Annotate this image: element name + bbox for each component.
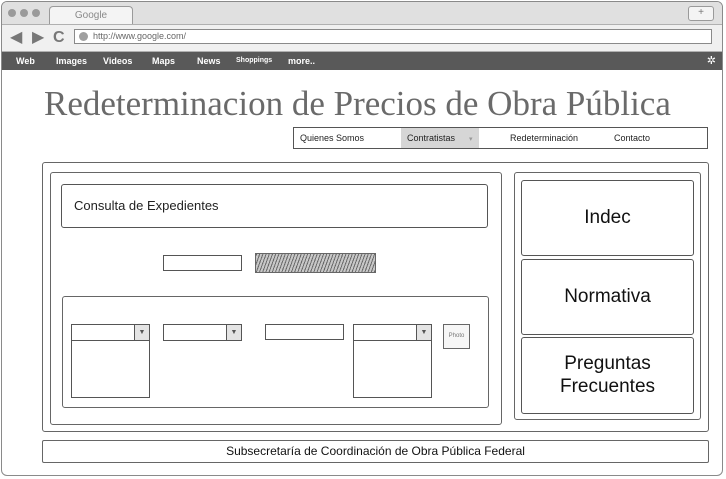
text-input[interactable] [265,324,344,340]
minimize-window-icon[interactable] [20,9,28,17]
maximize-window-icon[interactable] [32,9,40,17]
dropdown-arrow-icon[interactable]: ▼ [134,325,149,340]
page-title: Redeterminacion de Precios de Obra Públi… [44,84,671,123]
close-window-icon[interactable] [8,9,16,17]
settings-gear-icon[interactable]: ✲ [707,52,716,70]
listbox-2[interactable] [353,340,432,398]
menu-item-quienes-somos[interactable]: Quienes Somos [300,128,364,148]
indec-button[interactable]: Indec [521,180,694,256]
url-text: http://www.google.com/ [93,31,187,41]
google-link-news[interactable]: News [197,52,221,70]
dropdown-arrow-icon[interactable]: ▼ [226,325,241,340]
google-link-images[interactable]: Images [56,52,87,70]
main-menu: Quienes Somos Contratistas ▾ Redeterminac… [293,127,708,149]
photo-placeholder: Photo [443,324,470,349]
google-link-videos[interactable]: Videos [103,52,132,70]
google-link-maps[interactable]: Maps [152,52,175,70]
globe-icon [79,32,88,41]
browser-tab[interactable]: Google [49,6,133,24]
dropdown-arrow-icon[interactable]: ▼ [416,325,431,340]
google-link-web[interactable]: Web [16,52,35,70]
new-tab-button[interactable]: + [688,6,714,21]
url-input[interactable]: http://www.google.com/ [74,29,712,44]
menu-item-contratistas[interactable]: Contratistas ▾ [401,128,479,148]
reload-icon[interactable]: C [53,29,65,47]
dropdown-2[interactable]: ▼ [163,324,242,341]
scribbled-placeholder [255,253,376,273]
title-bar: Google + [2,2,722,25]
expediente-input[interactable] [163,255,242,271]
google-link-shoppings[interactable]: Shoppings [236,52,272,70]
back-icon[interactable]: ◀ [10,29,22,47]
normativa-button[interactable]: Normativa [521,259,694,335]
listbox-1[interactable] [71,340,150,398]
preguntas-frecuentes-button[interactable]: Preguntas Frecuentes [521,337,694,414]
google-link-more[interactable]: more.. [288,52,315,70]
page-footer: Subsecretaría de Coordinación de Obra Pú… [42,440,709,463]
dropdown-1[interactable]: ▼ [71,324,150,341]
address-bar: ◀ ▶ C http://www.google.com/ [2,25,722,52]
google-bar: Web Images Videos Maps News Shoppings mo… [2,52,722,70]
menu-item-redeterminacion[interactable]: Redeterminación [510,128,578,148]
forward-icon[interactable]: ▶ [32,29,44,47]
menu-item-contacto[interactable]: Contacto [614,128,650,148]
chevron-down-icon: ▾ [469,136,473,143]
consulta-expedientes-heading: Consulta de Expedientes [61,184,488,228]
dropdown-3[interactable]: ▼ [353,324,432,341]
menu-item-contratistas-label: Contratistas [407,133,456,143]
